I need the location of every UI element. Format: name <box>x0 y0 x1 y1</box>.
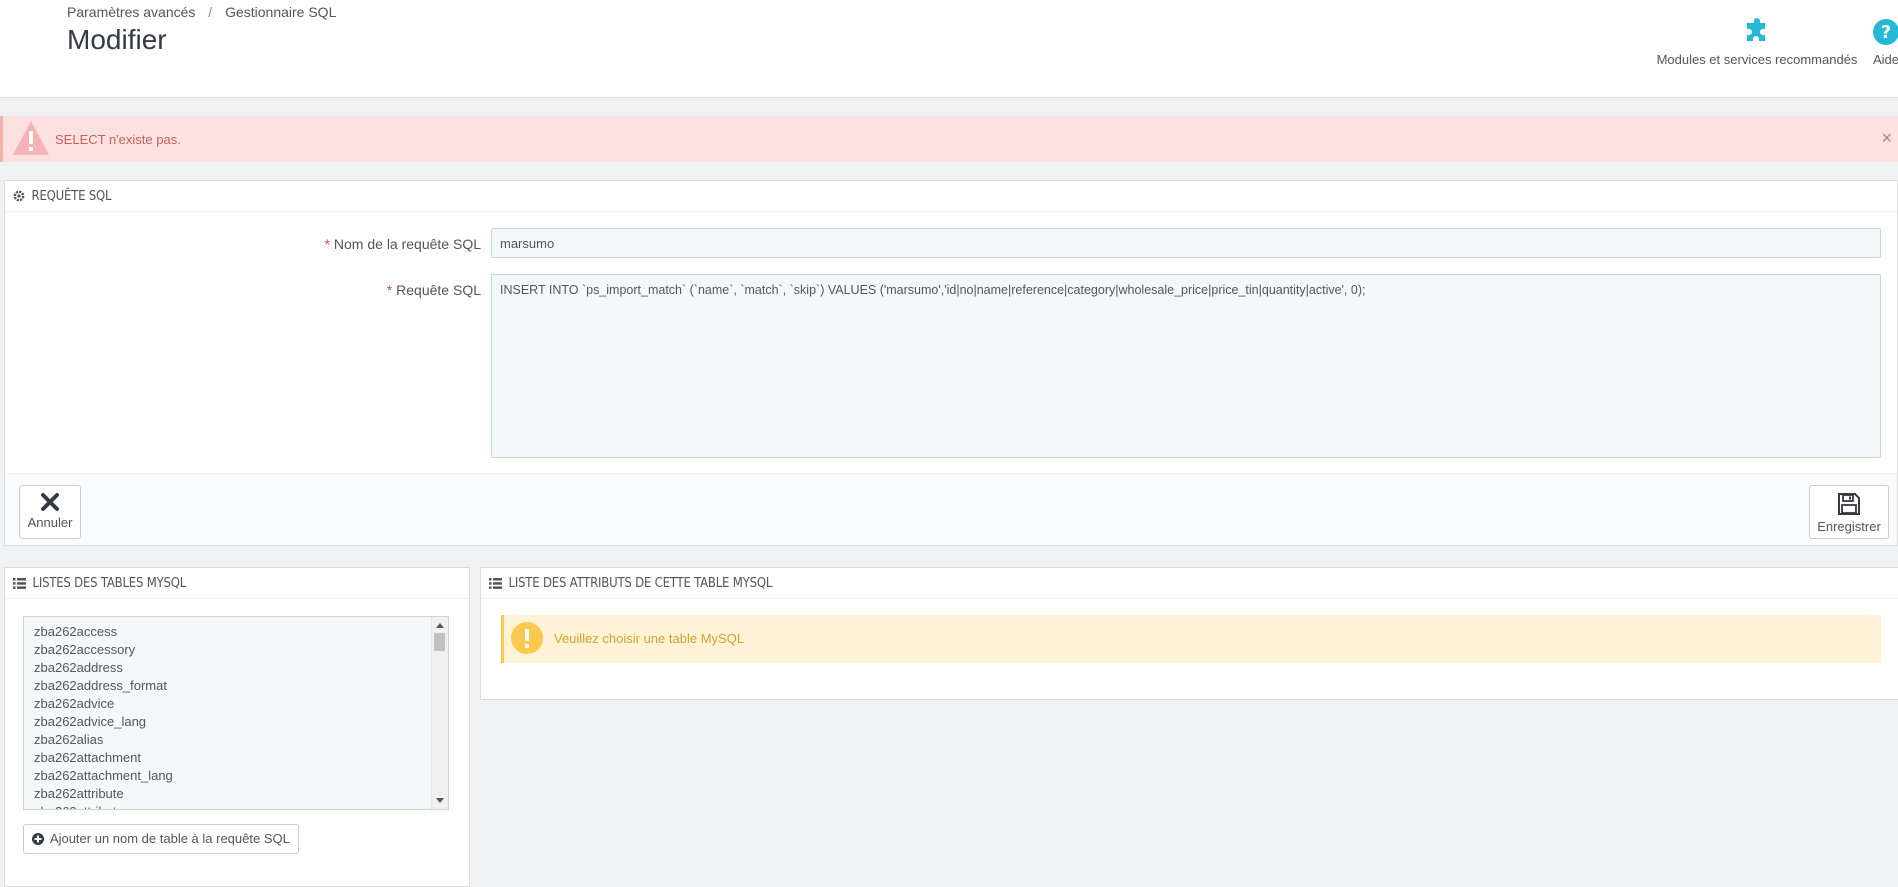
table-list-item[interactable]: zba262access <box>34 623 448 641</box>
table-attributes-panel-heading: Liste des attributs de cette table MySQL <box>481 568 1898 599</box>
warning-message: Veuillez choisir une table MySQL <box>554 631 745 646</box>
query-sql-label: * Requête SQL <box>386 282 481 298</box>
add-table-name-button[interactable]: Ajouter un nom de table à la requête SQL <box>23 824 299 854</box>
scroll-down-arrow[interactable] <box>436 798 444 803</box>
breadcrumb-item-advanced-params[interactable]: Paramètres avancés <box>67 4 195 20</box>
table-list-item[interactable]: zba262attribute_group <box>34 803 448 809</box>
close-alert-button[interactable]: × <box>1881 128 1892 149</box>
table-list-item[interactable]: zba262accessory <box>34 641 448 659</box>
table-list-item[interactable]: zba262alias <box>34 731 448 749</box>
warning-triangle-icon <box>13 121 49 155</box>
close-icon <box>41 493 59 511</box>
page-header: Paramètres avancés / Gestionnaire SQL Mo… <box>0 0 1898 98</box>
list-icon <box>13 578 26 589</box>
puzzle-icon <box>1747 18 1765 41</box>
table-list-item[interactable]: zba262attachment <box>34 749 448 767</box>
table-list-item[interactable]: zba262address_format <box>34 677 448 695</box>
table-list-item[interactable]: zba262address <box>34 659 448 677</box>
table-list-item[interactable]: zba262attachment_lang <box>34 767 448 785</box>
table-attributes-panel: Liste des attributs de cette table MySQL… <box>480 567 1898 700</box>
cancel-button[interactable]: Annuler <box>19 485 81 539</box>
help-button[interactable]: ? Aide <box>1866 18 1898 67</box>
error-message: SELECT n'existe pas. <box>55 132 181 147</box>
error-alert: SELECT n'existe pas. × <box>0 116 1898 162</box>
table-list-item[interactable]: zba262attribute <box>34 785 448 803</box>
recommended-modules-label: Modules et services recommandés <box>1656 52 1858 67</box>
query-name-label: * Nom de la requête SQL <box>324 236 481 252</box>
scroll-thumb[interactable] <box>434 633 445 651</box>
query-sql-textarea[interactable]: INSERT INTO `ps_import_match` (`name`, `… <box>491 274 1881 458</box>
breadcrumb: Paramètres avancés / Gestionnaire SQL <box>67 4 336 20</box>
required-mark: * <box>324 236 330 252</box>
sql-query-panel: Requête SQL * Nom de la requête SQL marsu… <box>4 180 1898 546</box>
scroll-up-arrow[interactable] <box>436 623 444 628</box>
query-name-input[interactable]: marsumo <box>491 228 1881 258</box>
required-mark: * <box>386 282 393 298</box>
sql-panel-footer: Annuler Enregistrer <box>5 473 1897 545</box>
mysql-tables-listbox[interactable]: zba262access zba262accessory zba262address… <box>23 616 449 810</box>
help-label: Aide <box>1872 52 1898 67</box>
floppy-disk-icon <box>1838 493 1860 515</box>
page-title: Modifier <box>67 24 167 55</box>
list-icon <box>489 578 502 589</box>
recommended-modules-button[interactable]: Modules et services recommandés <box>1655 18 1859 67</box>
mysql-tables-panel-heading: Listes des tables MySQL <box>5 568 469 599</box>
table-list-item[interactable]: zba262advice <box>34 695 448 713</box>
table-list-item[interactable]: zba262advice_lang <box>34 713 448 731</box>
sql-query-panel-heading: Requête SQL <box>5 181 1897 212</box>
svg-text:?: ? <box>1881 22 1891 43</box>
breadcrumb-separator: / <box>208 4 213 20</box>
save-button[interactable]: Enregistrer <box>1809 485 1889 539</box>
question-circle-icon: ? <box>1873 19 1898 45</box>
breadcrumb-item-sql-manager[interactable]: Gestionnaire SQL <box>225 4 336 20</box>
choose-table-warning: Veuillez choisir une table MySQL <box>501 615 1881 663</box>
exclamation-circle-icon <box>511 622 543 654</box>
mysql-tables-list: zba262access zba262accessory zba262address… <box>24 617 448 809</box>
listbox-scrollbar[interactable] <box>431 617 448 809</box>
mysql-tables-panel: Listes des tables MySQL zba262access zba2… <box>4 567 470 887</box>
cog-icon <box>13 190 25 202</box>
plus-circle-icon <box>32 833 44 845</box>
